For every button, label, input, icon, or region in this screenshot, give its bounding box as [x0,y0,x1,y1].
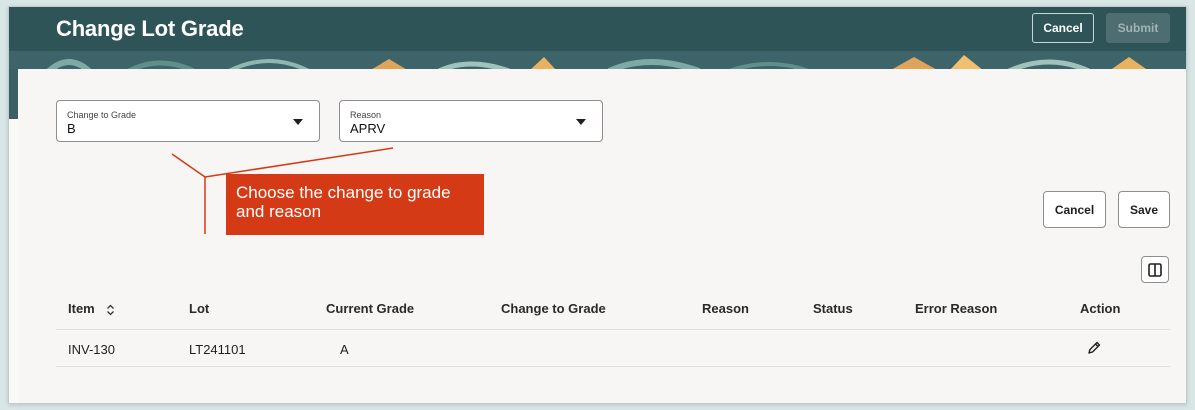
cell-item: INV-130 [68,342,115,357]
column-header-lot: Lot [189,301,210,316]
header-divider [56,329,1170,330]
sort-up-down-icon[interactable] [106,304,115,316]
column-header-current-grade: Current Grade [326,301,415,316]
column-header-item-label: Item [68,301,95,316]
cancel-button[interactable]: Cancel [1043,191,1106,228]
columns-icon [1148,262,1162,277]
column-header-reason: Reason [702,301,749,316]
column-header-status: Status [813,301,853,316]
cell-current-grade: A [340,342,349,357]
edit-row-button[interactable] [1086,340,1102,359]
column-header-change-to-grade: Change to Grade [501,301,606,316]
pencil-icon [1088,341,1101,354]
callout-pointer-lines [171,147,394,234]
callout-tooltip: Choose the change to grade and reason [226,174,484,235]
save-button[interactable]: Save [1118,191,1170,228]
column-header-error-reason: Error Reason [915,301,998,316]
column-header-action: Action [1080,301,1121,316]
columns-toggle-button[interactable] [1141,256,1169,283]
row-divider [56,366,1170,367]
cell-lot: LT241101 [189,342,246,357]
column-header-item[interactable]: Item [68,301,115,316]
